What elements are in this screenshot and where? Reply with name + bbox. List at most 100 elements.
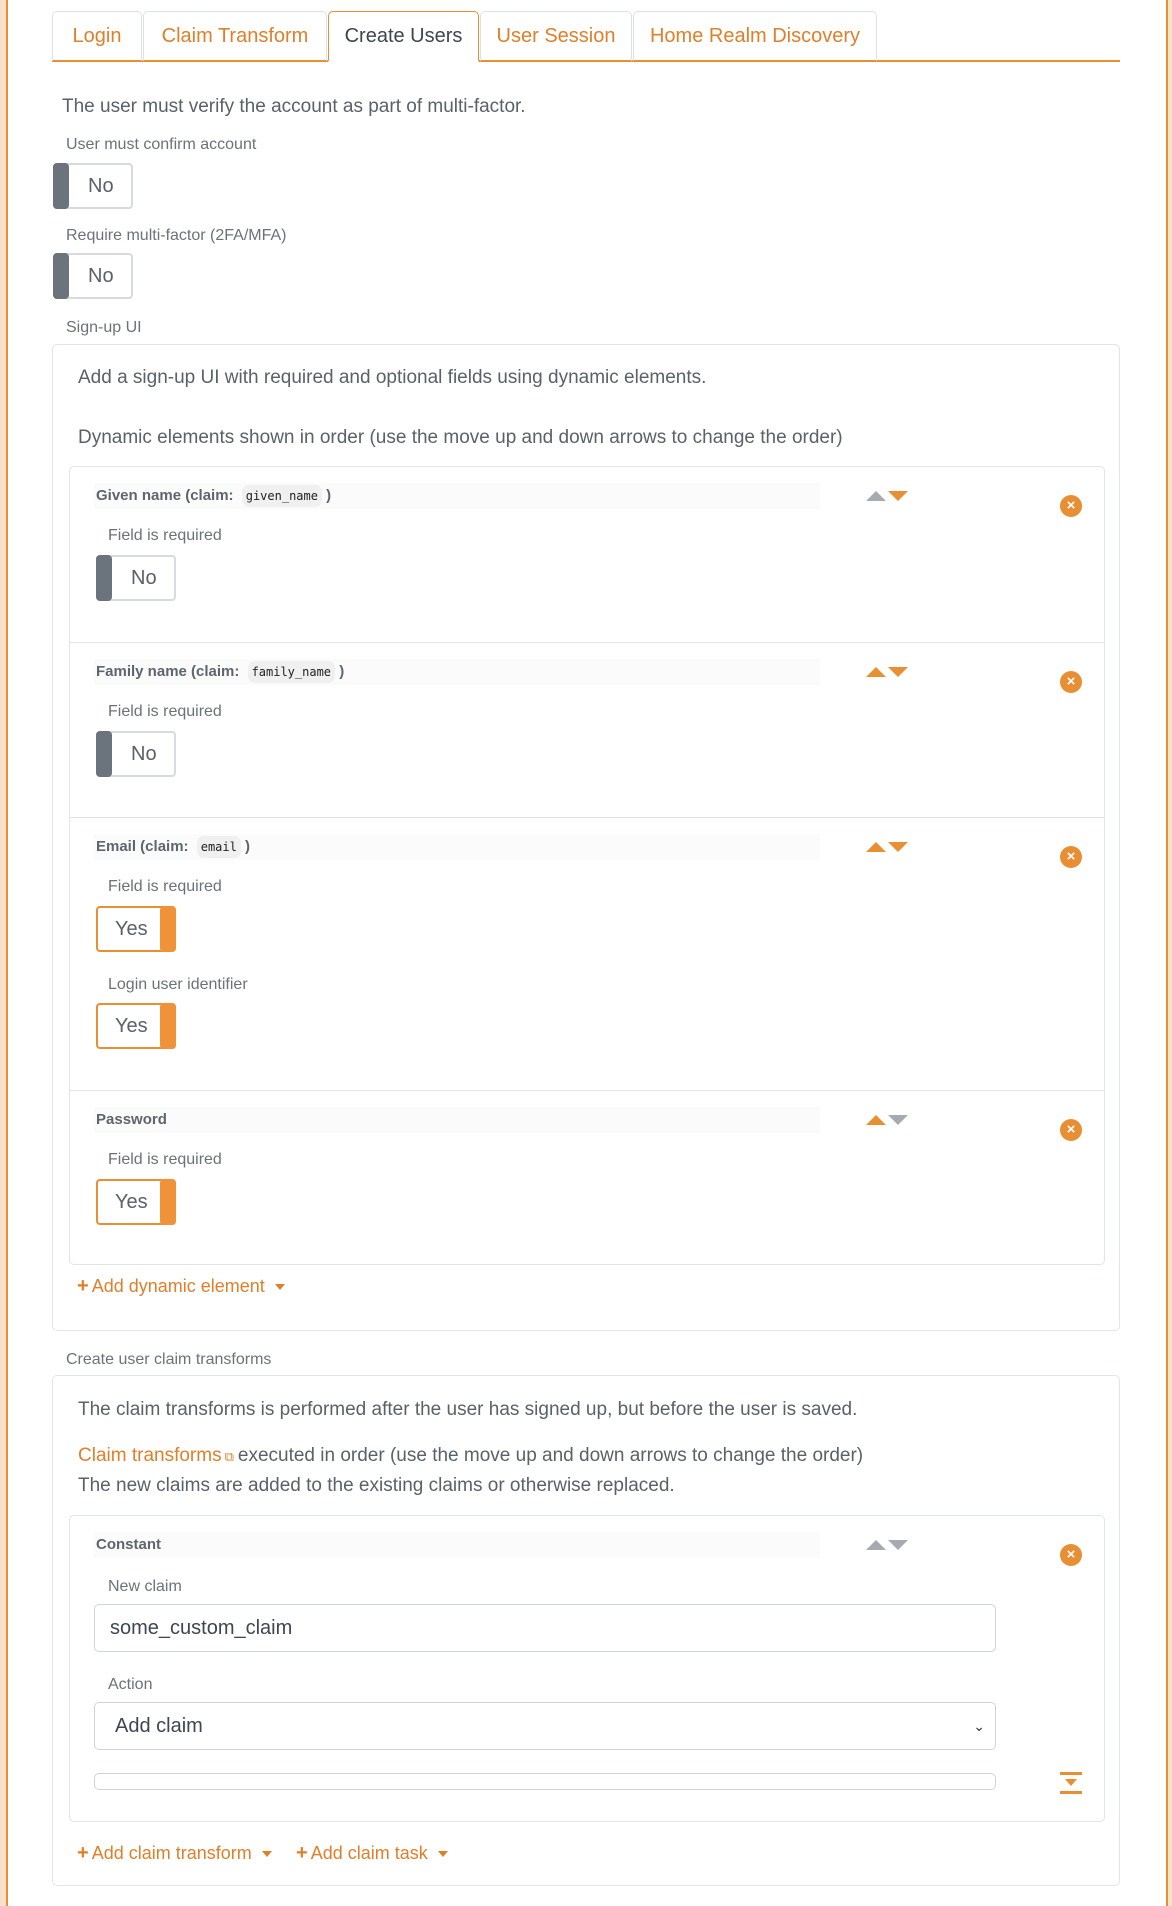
add-claim-task-label: Add claim task <box>310 1843 428 1863</box>
field-required-toggle[interactable]: Yes <box>96 906 176 952</box>
plus-icon: + <box>77 1275 89 1297</box>
plus-icon: + <box>77 1842 89 1864</box>
dynamic-element-family-name: Family name (claim: family_name ) × Fiel… <box>70 642 1104 817</box>
claim-transforms-card: The claim transforms is performed after … <box>52 1375 1120 1886</box>
element-title-text: Email (claim: <box>96 838 189 855</box>
caret-down-icon <box>261 1851 272 1858</box>
remove-icon[interactable]: × <box>1060 846 1082 868</box>
expand-icon-bar-bottom <box>1060 1791 1082 1794</box>
tab-bar: Login Claim Transform Create Users User … <box>52 11 1120 62</box>
move-up-icon[interactable] <box>866 667 886 677</box>
new-claim-input[interactable]: some_custom_claim <box>94 1604 996 1652</box>
reorder-arrows <box>866 1115 910 1129</box>
toggle-value: No <box>88 265 114 287</box>
page-edge-right <box>1168 0 1172 1906</box>
add-claim-task-button[interactable]: + Add claim task <box>296 1842 448 1865</box>
toggle-knob <box>160 1003 176 1049</box>
remove-icon[interactable]: × <box>1060 1119 1082 1141</box>
plus-icon: + <box>296 1842 308 1864</box>
toggle-value: No <box>88 175 114 197</box>
toggle-value: Yes <box>115 1191 148 1213</box>
remove-icon[interactable]: × <box>1060 671 1082 693</box>
claim-transforms-link[interactable]: Claim transforms <box>78 1445 222 1466</box>
remove-icon[interactable]: × <box>1060 495 1082 517</box>
tab-create-users[interactable]: Create Users <box>328 11 479 62</box>
toggle-knob <box>160 1179 176 1225</box>
claim-code: given_name <box>241 485 322 507</box>
add-claim-transform-button[interactable]: + Add claim transform <box>77 1842 272 1865</box>
claim-transforms-order-hint: Claim transforms ⧉ executed in order (use … <box>78 1445 863 1467</box>
caret-down-icon <box>274 1284 285 1291</box>
element-title-close: ) <box>326 487 332 504</box>
move-down-icon[interactable] <box>888 1540 908 1550</box>
element-title-text: Family name (claim: <box>96 663 240 680</box>
add-dynamic-element-label: Add dynamic element <box>91 1276 265 1296</box>
move-down-icon[interactable] <box>888 1115 908 1125</box>
dynamic-element-given-name: Given name (claim: given_name ) × Field … <box>70 467 1104 642</box>
confirm-account-toggle[interactable]: No <box>53 163 133 209</box>
dynamic-element-email: Email (claim: email ) × Field is require… <box>70 817 1104 1090</box>
field-required-toggle[interactable]: Yes <box>96 1179 176 1225</box>
external-link-icon: ⧉ <box>224 1449 234 1464</box>
require-mfa-label: Require multi-factor (2FA/MFA) <box>66 227 287 244</box>
action-label: Action <box>108 1676 153 1693</box>
move-up-icon[interactable] <box>866 1115 886 1125</box>
field-required-toggle[interactable]: No <box>96 555 176 601</box>
field-required-label: Field is required <box>108 1151 222 1168</box>
caret-down-icon <box>437 1851 448 1858</box>
move-up-icon[interactable] <box>866 842 886 852</box>
toggle-knob <box>53 163 69 209</box>
require-mfa-toggle[interactable]: No <box>53 253 133 299</box>
tab-user-session[interactable]: User Session <box>480 11 632 61</box>
action-select[interactable]: Add claim ⌄ <box>94 1702 996 1750</box>
element-title-close: ) <box>245 838 251 855</box>
claim-code: family_name <box>247 661 336 683</box>
signup-description: Add a sign-up UI with required and optio… <box>78 367 707 388</box>
login-identifier-toggle[interactable]: Yes <box>96 1003 176 1049</box>
element-title: Password <box>94 1107 820 1133</box>
move-down-icon[interactable] <box>888 667 908 677</box>
chevron-down-icon: ⌄ <box>973 1718 985 1734</box>
add-dynamic-element-button[interactable]: + Add dynamic element <box>77 1275 285 1298</box>
toggle-knob <box>96 555 112 601</box>
remove-icon[interactable]: × <box>1060 1544 1082 1566</box>
claim-transforms-replace-hint: The new claims are added to the existing… <box>78 1475 675 1496</box>
toggle-knob <box>53 253 69 299</box>
reorder-arrows <box>866 1540 910 1554</box>
add-claim-transform-label: Add claim transform <box>91 1843 252 1863</box>
move-up-icon[interactable] <box>866 1540 886 1550</box>
intro-text: The user must verify the account as part… <box>62 96 526 117</box>
claim-transforms-description: The claim transforms is performed after … <box>78 1399 858 1420</box>
element-title-text: Given name (claim: <box>96 487 234 504</box>
confirm-account-label: User must confirm account <box>66 136 257 153</box>
new-claim-label: New claim <box>108 1578 182 1595</box>
expand-icon-arrow <box>1065 1779 1077 1786</box>
toggle-value: No <box>131 743 157 765</box>
element-title: Given name (claim: given_name ) <box>94 483 820 509</box>
move-down-icon[interactable] <box>888 491 908 501</box>
transform-extra-field[interactable] <box>94 1773 996 1790</box>
tab-login[interactable]: Login <box>52 11 142 61</box>
signup-card: Add a sign-up UI with required and optio… <box>52 344 1120 1331</box>
field-required-label: Field is required <box>108 527 222 544</box>
dynamic-element-password: Password × Field is required Yes <box>70 1090 1104 1265</box>
reorder-arrows <box>866 491 910 505</box>
reorder-arrows <box>866 667 910 681</box>
signup-order-hint: Dynamic elements shown in order (use the… <box>78 427 843 448</box>
claim-transform-constant: Constant × New claim some_custom_claim A… <box>69 1515 1105 1822</box>
move-down-icon[interactable] <box>888 842 908 852</box>
tab-home-realm-discovery[interactable]: Home Realm Discovery <box>633 11 877 61</box>
expand-icon[interactable] <box>1060 1772 1082 1794</box>
tab-claim-transform[interactable]: Claim Transform <box>143 11 327 61</box>
toggle-value: Yes <box>115 918 148 940</box>
toggle-knob <box>160 906 176 952</box>
signup-section-label: Sign-up UI <box>66 319 142 336</box>
toggle-value: Yes <box>115 1015 148 1037</box>
order-hint-text: executed in order (use the move up and d… <box>237 1445 864 1466</box>
field-required-label: Field is required <box>108 878 222 895</box>
transform-title: Constant <box>94 1532 820 1558</box>
element-title-close: ) <box>339 663 345 680</box>
move-up-icon[interactable] <box>866 491 886 501</box>
toggle-value: No <box>131 567 157 589</box>
field-required-toggle[interactable]: No <box>96 731 176 777</box>
